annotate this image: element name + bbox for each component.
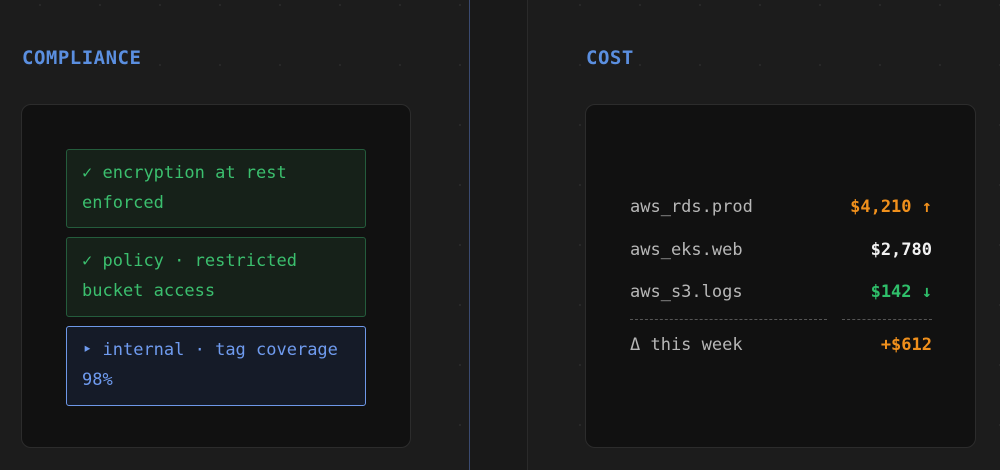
cost-row-name: aws_s3.logs [630,282,743,302]
compliance-card-line-1: ✓ policy · restricted [82,246,351,276]
cost-row-name: aws_rds.prod [630,197,753,217]
triangle-bullet-icon: ‣ [82,340,93,360]
cost-row-value: $2,780 [870,240,932,260]
cost-row[interactable]: aws_eks.web $2,780 [630,237,932,263]
check-icon: ✓ [82,251,93,271]
column-gutter [470,0,527,470]
cost-row[interactable]: aws_s3.logs $142 ↓ [630,279,932,305]
cost-title: COST [586,47,634,69]
cost-row-value: $4,210 ↑ [850,197,932,217]
cost-total-label: Δ this week [630,335,743,355]
cost-total-row: Δ this week +$612 [630,332,932,358]
compliance-card-line-2: 98% [82,370,113,390]
cost-total-value: +$612 [880,335,932,355]
compliance-card-encryption[interactable]: ✓ encryption at rest enforced [66,149,366,228]
divider-dashed [630,319,827,321]
cost-panel: aws_rds.prod $4,210 ↑ aws_eks.web $2,780… [585,104,976,448]
cost-row-value: $142 ↓ [870,282,932,302]
compliance-card-text: internal · tag coverage [102,340,338,360]
compliance-card-text: policy · restricted [102,251,297,271]
divider-dashed [842,319,932,321]
cost-row-name: aws_eks.web [630,240,743,260]
compliance-card-policy[interactable]: ✓ policy · restricted bucket access [66,237,366,317]
cost-row[interactable]: aws_rds.prod $4,210 ↑ [630,194,932,220]
compliance-card-tag-coverage[interactable]: ‣ internal · tag coverage 98% [66,326,366,406]
compliance-card-line-2: bucket access [82,281,216,301]
compliance-title: COMPLIANCE [22,47,142,69]
check-icon: ✓ [82,163,93,183]
compliance-card-line-2: enforced [82,193,164,213]
column-divider-left [469,0,470,470]
compliance-panel: ✓ encryption at rest enforced ✓ policy ·… [21,104,411,448]
compliance-card-text: encryption at rest [102,163,287,183]
column-divider-right [527,0,528,470]
compliance-card-line-1: ✓ encryption at rest [82,158,351,188]
compliance-card-line-1: ‣ internal · tag coverage [82,335,351,365]
